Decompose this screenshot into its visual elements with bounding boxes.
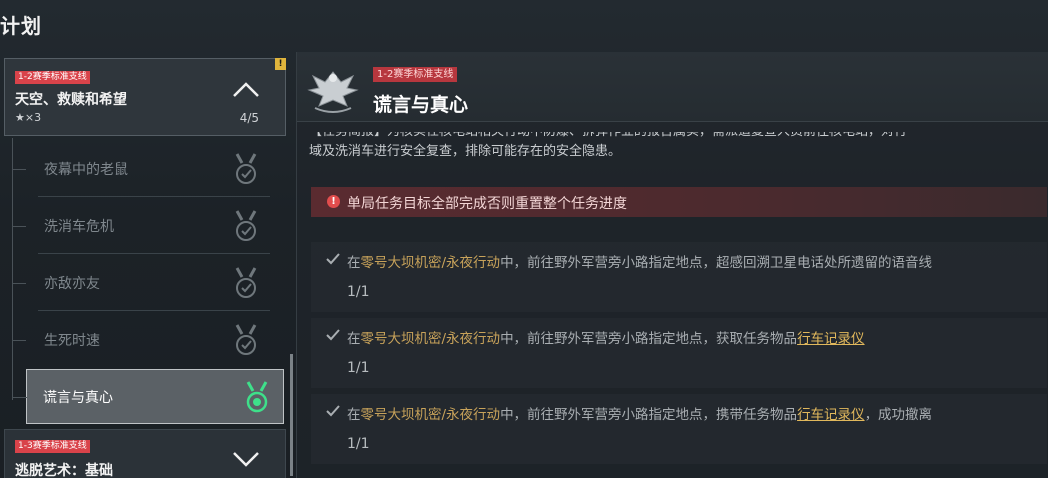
sub-task-item[interactable]: 亦敌亦友	[12, 256, 272, 311]
group-stars: ★×3	[15, 111, 42, 124]
task-plan-screen: 计划 1-2赛季标准支线 天空、救赎和希望 ★×3 4/5 ! 夜幕中的老鼠 洗…	[0, 0, 1048, 478]
group-progress: 4/5	[239, 111, 259, 125]
check-icon	[326, 253, 340, 265]
objective-text: 在零号大坝机密/永夜行动中，前往野外军营旁小路指定地点，携带任务物品行车记录仪，…	[347, 407, 933, 423]
task-group-open[interactable]: 1-2赛季标准支线 天空、救赎和希望 ★×3 4/5 !	[4, 58, 286, 136]
tree-branch	[12, 169, 26, 170]
item-link[interactable]: 行车记录仪	[797, 407, 865, 423]
page-title: 计划	[0, 14, 42, 38]
sub-task-item[interactable]: 生死时速	[12, 313, 272, 368]
tree-connector	[12, 138, 13, 400]
objective-item: 在零号大坝机密/永夜行动中，前往野外军营旁小路指定地点，携带任务物品行车记录仪，…	[311, 394, 1047, 464]
chevron-up-icon[interactable]	[231, 79, 261, 99]
sub-task-label: 谎言与真心	[43, 390, 113, 406]
sub-task-label: 洗消车危机	[44, 219, 114, 235]
task-detail-panel: 1-2赛季标准支线 谎言与真心 【任务简报】为核实任核电站相关行动中防爆、拆弹作…	[296, 52, 1048, 478]
divider	[38, 253, 270, 254]
task-header: 1-2赛季标准支线 谎言与真心	[297, 52, 1048, 122]
task-group-closed[interactable]: 1-3赛季标准支线 逃脱艺术：基础	[4, 429, 286, 478]
objective-item: 在零号大坝机密/永夜行动中，前往野外军营旁小路指定地点，超感回溯卫星电话处所遗留…	[311, 242, 1047, 312]
eagle-emblem-icon	[307, 71, 359, 113]
task-brief: 【任务简报】为核实任核电站相关行动中防爆、拆弹作业的报告属实，需派遣复查人员前往…	[309, 132, 1047, 162]
chevron-down-icon[interactable]	[231, 448, 261, 468]
objective-item: 在零号大坝机密/永夜行动中，前往野外军营旁小路指定地点，获取任务物品行车记录仪 …	[311, 318, 1047, 388]
season-tag: 1-3赛季标准支线	[15, 440, 90, 453]
tree-branch	[12, 226, 26, 227]
task-title: 谎言与真心	[373, 94, 469, 116]
divider	[38, 196, 270, 197]
sub-task-item[interactable]: 洗消车危机	[12, 199, 272, 254]
medal-check-icon	[235, 153, 257, 184]
sub-task-label: 夜幕中的老鼠	[44, 162, 128, 178]
season-tag: 1-2赛季标准支线	[373, 67, 458, 82]
brief-clipped-line: 【任务简报】为核实任核电站相关行动中防爆、拆弹作业的报告属实，需派遣复查人员前往…	[309, 132, 1047, 142]
objective-count: 1/1	[347, 436, 370, 452]
tree-branch	[12, 340, 26, 341]
tree-branch	[12, 283, 26, 284]
alert-icon: !	[327, 195, 340, 208]
objective-text: 在零号大坝机密/永夜行动中，前往野外军营旁小路指定地点，获取任务物品行车记录仪	[347, 331, 865, 347]
sub-task-item[interactable]: 夜幕中的老鼠	[12, 142, 272, 197]
task-group-list: 1-2赛季标准支线 天空、救赎和希望 ★×3 4/5 ! 夜幕中的老鼠 洗消车危…	[0, 56, 293, 478]
divider	[38, 310, 270, 311]
objective-count: 1/1	[347, 360, 370, 376]
tree-branch	[13, 397, 27, 398]
warning-text: 单局任务目标全部完成否则重置整个任务进度	[347, 196, 627, 212]
brief-line: 域及洗消车进行安全复查，排除可能存在的安全隐患。	[309, 144, 622, 159]
objective-count: 1/1	[347, 284, 370, 300]
check-icon	[326, 405, 340, 417]
item-link[interactable]: 行车记录仪	[797, 331, 865, 347]
sub-task-item-active[interactable]: 谎言与真心	[13, 369, 284, 424]
medal-check-icon	[235, 210, 257, 241]
season-tag: 1-2赛季标准支线	[15, 71, 90, 84]
group-name: 逃脱艺术：基础	[15, 463, 113, 478]
sub-task-label: 亦敌亦友	[44, 276, 100, 292]
sub-task-label: 生死时速	[44, 333, 100, 349]
warning-banner: ! 单局任务目标全部完成否则重置整个任务进度	[311, 187, 1047, 217]
medal-check-icon	[235, 324, 257, 355]
medal-active-icon	[246, 381, 268, 413]
alert-badge: !	[275, 58, 286, 70]
check-icon	[326, 329, 340, 341]
objective-text: 在零号大坝机密/永夜行动中，前往野外军营旁小路指定地点，超感回溯卫星电话处所遗留…	[347, 255, 933, 271]
medal-check-icon	[235, 267, 257, 298]
scrollbar[interactable]	[290, 354, 293, 476]
group-name: 天空、救赎和希望	[15, 92, 127, 108]
